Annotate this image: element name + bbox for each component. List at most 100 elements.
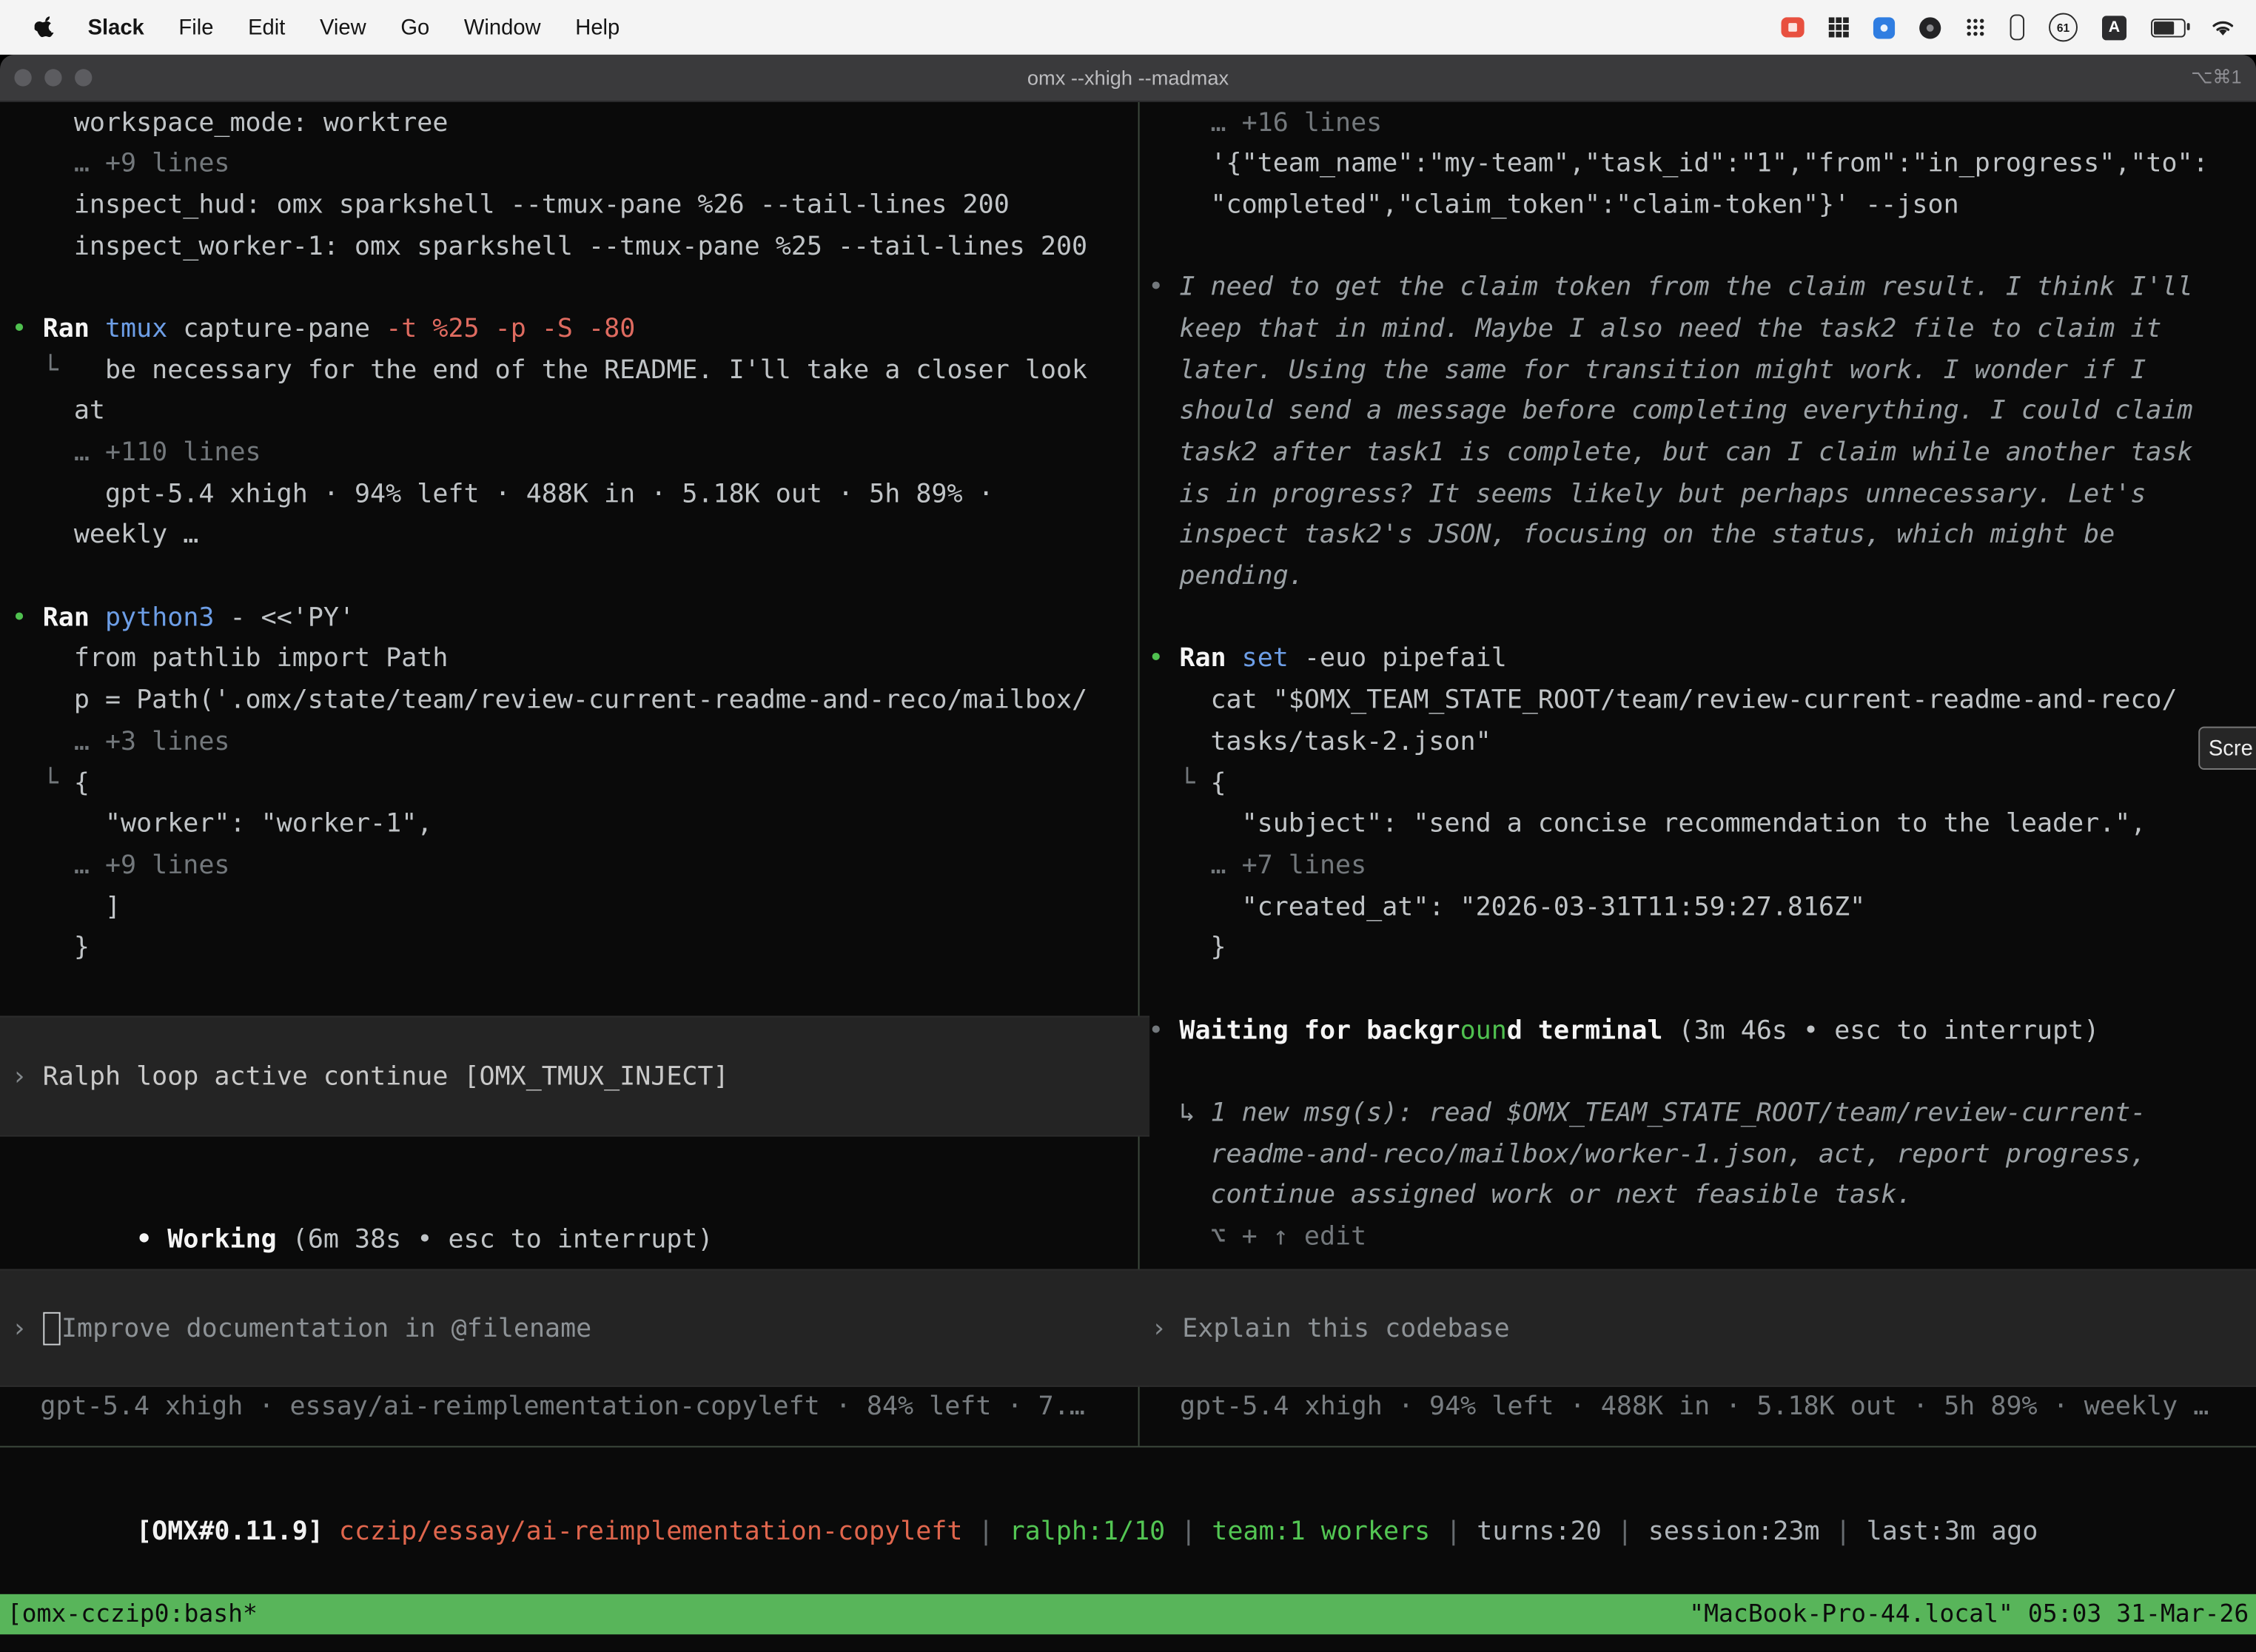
inject-banner-text: Ralph loop active continue [OMX_TMUX_INJ… — [43, 1061, 729, 1092]
terminal-line: … +7 lines — [1148, 846, 2256, 887]
terminal-line: "completed","claim_token":"claim-token"}… — [1148, 186, 2256, 227]
menu-bar-left: Slack File Edit View Go Window Help — [0, 15, 637, 39]
terminal-line: └ be necessary for the end of the README… — [12, 351, 1135, 392]
terminal-line: ⌥ + ↑ edit — [1148, 1218, 2256, 1259]
terminal-line: workspace_mode: worktree — [12, 103, 1135, 144]
turns-counter: turns:20 — [1477, 1516, 1602, 1546]
apple-menu-icon[interactable] — [20, 15, 70, 39]
terminal-line: from pathlib import Path — [12, 639, 1135, 681]
left-pane-input[interactable]: › Improve documentation in @filename — [0, 1269, 1149, 1387]
left-pane-scrollback: workspace_mode: worktree … +9 lines insp… — [12, 103, 1135, 970]
battery-icon[interactable] — [2151, 18, 2186, 36]
window-title: omx --xhigh --madmax — [0, 55, 2256, 101]
terminal-line: ↳ 1 new msg(s): read $OMX_TEAM_STATE_ROO… — [1148, 1093, 2256, 1135]
right-pane-scrollback: … +16 lines '{"team_name":"my-team","tas… — [1148, 103, 2256, 1258]
separator: | — [1165, 1516, 1212, 1546]
window-grid-icon[interactable] — [1829, 17, 1849, 37]
screen-tooltip-text: Scre — [2209, 736, 2253, 760]
screen-recording-indicator-icon[interactable] — [1782, 17, 1805, 37]
terminal-line: └ { — [12, 763, 1135, 805]
window-shortcut-hint: ⌥⌘1 — [2191, 55, 2241, 101]
omx-status-line: [OMX#0.11.9]cczip/essay/ai-reimplementat… — [12, 1471, 2038, 1512]
terminal-line: ] — [12, 887, 1135, 929]
working-bullet: • — [136, 1224, 167, 1255]
desktop: Slack File Edit View Go Window Help — [0, 0, 2256, 1652]
separator: | — [1820, 1516, 1867, 1546]
working-status-line: • Working (6m 38s • esc to interrupt) — [12, 1178, 714, 1220]
inject-banner: › Ralph loop active continue [OMX_TMUX_I… — [0, 1015, 1149, 1136]
right-pane-input[interactable]: › Explain this codebase — [1141, 1269, 2256, 1387]
terminal-line: … +110 lines — [12, 433, 1135, 474]
wifi-icon[interactable] — [2210, 17, 2236, 37]
window-title-bar[interactable]: omx --xhigh --madmax ⌥⌘1 — [0, 55, 2256, 102]
terminal-line: should send a message before completing … — [1148, 392, 2256, 433]
blue-app-icon[interactable] — [1873, 16, 1895, 38]
tmux-session-name[interactable]: [omx-cczip0:bash* — [7, 1600, 258, 1629]
terminal-line: … +3 lines — [12, 722, 1135, 763]
terminal-line: … +9 lines — [12, 846, 1135, 887]
menu-file[interactable]: File — [161, 15, 231, 39]
battery-gauge-icon[interactable]: 61 — [2049, 13, 2078, 41]
terminal-line: inspect task2's JSON, focusing on the st… — [1148, 516, 2256, 557]
tmux-status-bar: [omx-cczip0:bash* "MacBook-Pro-44.local"… — [0, 1594, 2256, 1634]
terminal-line: at — [12, 392, 1135, 433]
screen-tooltip: Scre — [2198, 727, 2256, 770]
terminal-line: task2 after task1 is complete, but can I… — [1148, 433, 2256, 474]
terminal-line — [12, 557, 1135, 598]
terminal-window: omx --xhigh --madmax ⌥⌘1 workspace_mode:… — [0, 55, 2256, 1652]
app-menu-slack[interactable]: Slack — [70, 15, 161, 39]
battery-gauge-value: 61 — [2057, 21, 2069, 33]
terminal-line: '{"team_name":"my-team","task_id":"1","f… — [1148, 144, 2256, 186]
terminal-line: later. Using the same for transition mig… — [1148, 351, 2256, 392]
input-placeholder: Explain this codebase — [1182, 1313, 1509, 1343]
terminal-line — [1148, 970, 2256, 1011]
terminal-line: cat "$OMX_TEAM_STATE_ROOT/team/review-cu… — [1148, 681, 2256, 722]
left-pane-model-footer: gpt-5.4 xhigh · essay/ai-reimplementatio… — [40, 1387, 1084, 1428]
session-duration: session:23m — [1648, 1516, 1820, 1546]
right-pane-model-footer: gpt-5.4 xhigh · 94% left · 488K in · 5.1… — [1180, 1387, 2209, 1428]
pane-divider[interactable] — [1138, 101, 1140, 1446]
terminal-line: readme-and-reco/mailbox/worker-1.json, a… — [1148, 1135, 2256, 1176]
omx-version: [OMX#0.11.9] — [136, 1516, 323, 1546]
terminal-line: inspect_worker-1: omx sparkshell --tmux-… — [12, 226, 1135, 268]
terminal-line — [1148, 1052, 2256, 1094]
separator: | — [1602, 1516, 1648, 1546]
terminal-line: … +16 lines — [1148, 103, 2256, 144]
terminal-line: pending. — [1148, 557, 2256, 598]
text-cursor — [43, 1312, 60, 1345]
dark-app-icon[interactable] — [1919, 16, 1941, 38]
team-workers: team:1 workers — [1212, 1516, 1430, 1546]
terminal-line: continue assigned work or next feasible … — [1148, 1176, 2256, 1218]
prompt-chevron: › — [12, 1313, 43, 1343]
input-source-label: A — [2109, 19, 2120, 36]
pane-bottom-divider — [0, 1446, 2256, 1448]
terminal-line: } — [1148, 928, 2256, 970]
terminal-line: inspect_hud: omx sparkshell --tmux-pane … — [12, 186, 1135, 227]
menu-help[interactable]: Help — [558, 15, 637, 39]
terminal-line: is in progress? It seems likely but perh… — [1148, 474, 2256, 516]
menu-bar: Slack File Edit View Go Window Help — [0, 0, 2256, 55]
terminal-line: • Ran tmux capture-pane -t %25 -p -S -80 — [12, 309, 1135, 351]
menu-bar-status-icons: 61 A — [1782, 13, 2256, 41]
menu-go[interactable]: Go — [383, 15, 447, 39]
adapter-icon[interactable] — [2010, 14, 2024, 40]
ralph-counter: ralph:1/10 — [1010, 1516, 1166, 1546]
terminal-line — [12, 268, 1135, 309]
input-source-icon[interactable]: A — [2102, 15, 2126, 39]
working-label: Working — [167, 1224, 292, 1255]
menu-view[interactable]: View — [303, 15, 383, 39]
terminal-line: … +9 lines — [12, 144, 1135, 186]
terminal-line — [1148, 226, 2256, 268]
input-placeholder: Improve documentation in @filename — [61, 1313, 591, 1343]
terminal-line: gpt-5.4 xhigh · 94% left · 488K in · 5.1… — [12, 474, 1135, 516]
terminal-line: p = Path('.omx/state/team/review-current… — [12, 681, 1135, 722]
terminal-line: "created_at": "2026-03-31T11:59:27.816Z" — [1148, 887, 2256, 929]
terminal-line: "subject": "send a concise recommendatio… — [1148, 805, 2256, 846]
terminal-line: • Ran python3 - <<'PY' — [12, 598, 1135, 639]
dots-grid-icon[interactable] — [1965, 17, 1985, 37]
terminal-line: tasks/task-2.json" — [1148, 722, 2256, 763]
terminal-line: } — [12, 928, 1135, 970]
menu-edit[interactable]: Edit — [231, 15, 303, 39]
prompt-chevron: › — [1151, 1313, 1182, 1343]
menu-window[interactable]: Window — [447, 15, 558, 39]
